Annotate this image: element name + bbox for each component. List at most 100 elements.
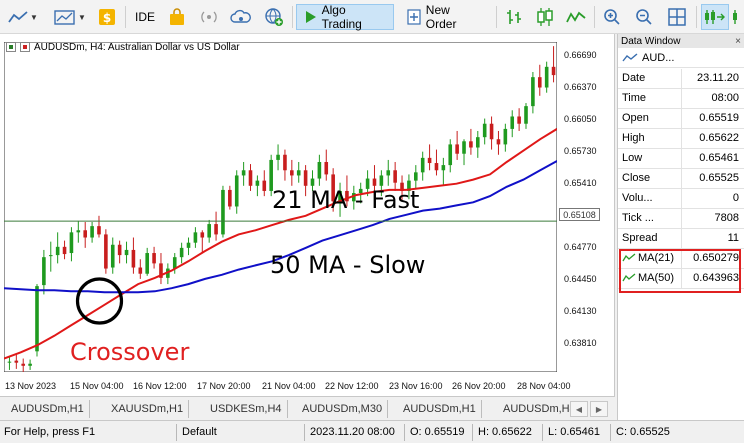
- chart-period-icon: [20, 42, 30, 52]
- candlestick-icon: [537, 8, 553, 26]
- candle-body: [441, 165, 446, 171]
- data-window-key: Low: [622, 152, 643, 164]
- candle-body: [496, 139, 501, 145]
- shopping-bag-button[interactable]: [166, 4, 188, 30]
- tab-scroll-left-button[interactable]: ◀: [570, 401, 588, 417]
- time-axis-label: 15 Nov 04:00: [70, 381, 124, 391]
- new-order-button[interactable]: New Order: [400, 3, 490, 31]
- candle-body: [290, 170, 294, 176]
- candle-body: [97, 226, 101, 235]
- price-axis-label: 0.64770: [564, 242, 597, 252]
- tab-audusdm-h1[interactable]: AUDUSDm,H1: [6, 400, 90, 418]
- price-axis-label: 0.65730: [564, 146, 597, 156]
- candle-body: [324, 162, 329, 175]
- market-button[interactable]: $: [96, 4, 118, 30]
- signals-button[interactable]: [198, 4, 220, 30]
- chart-shift-button[interactable]: [731, 4, 744, 30]
- annotation-fast-ma: 21 MA - Fast: [272, 186, 420, 214]
- tab-audusdm-m30[interactable]: AUDUSDm,M30: [297, 400, 389, 418]
- play-icon: [306, 11, 316, 23]
- candle-body: [48, 255, 53, 257]
- time-axis-label: 17 Nov 20:00: [197, 381, 251, 391]
- chart-template-icon: [54, 10, 75, 25]
- data-window-key: Tick ...: [622, 212, 654, 224]
- chart-window[interactable]: AUDUSDm, H4: Australian Dollar vs US Dol…: [0, 34, 615, 396]
- chart-shift-icon: [732, 10, 737, 24]
- candle-body: [186, 242, 191, 248]
- zoom-out-button[interactable]: [632, 4, 656, 30]
- bar-chart-icon: [507, 10, 521, 24]
- bag-icon: [170, 8, 184, 25]
- algo-trading-label: Algo Trading: [321, 3, 362, 31]
- data-window-symbol-row[interactable]: AUD...: [618, 48, 744, 68]
- data-window-value: 0.65461: [699, 152, 739, 164]
- candle-body: [83, 230, 88, 238]
- candle-body: [544, 66, 549, 88]
- close-icon[interactable]: ×: [735, 36, 741, 47]
- chart-symbol-icon: [6, 42, 16, 52]
- main-toolbar: ▼ ▼ $ IDE Algo Trading New Order: [0, 0, 744, 34]
- line-chart-type-button[interactable]: ▼: [6, 4, 40, 30]
- data-window-row: Open 0.65519: [618, 109, 744, 129]
- line-chart-button[interactable]: [564, 4, 588, 30]
- candle-body: [372, 178, 377, 186]
- vps-button[interactable]: [228, 4, 254, 30]
- tab-audusdm-h4[interactable]: AUDUSDm,H4: [498, 400, 581, 418]
- data-window-key: Close: [622, 172, 651, 184]
- candle-body: [551, 66, 556, 76]
- candle-body: [262, 180, 267, 191]
- auto-scroll-icon: [705, 10, 725, 24]
- candlestick-button[interactable]: [533, 4, 557, 30]
- chart-template-button[interactable]: ▼: [52, 4, 88, 30]
- broadcast-icon: [201, 11, 217, 23]
- candle-body: [462, 141, 466, 154]
- status-profile[interactable]: Default: [182, 426, 217, 438]
- candle-body: [221, 189, 225, 235]
- candle-body: [14, 360, 19, 363]
- candle-body: [104, 234, 108, 269]
- candle-body: [152, 253, 156, 264]
- candle-body: [241, 170, 246, 176]
- tab-xauusdm-h1[interactable]: XAUUSDm,H1: [106, 400, 190, 418]
- tile-windows-button[interactable]: [665, 4, 689, 30]
- data-window-row: Volu... 0: [618, 189, 744, 209]
- data-window-key: Spread: [622, 232, 658, 244]
- data-window-symbol: AUD...: [642, 51, 675, 64]
- candle-body: [76, 230, 81, 233]
- tab-usdkesm-h4[interactable]: USDKESm,H4: [205, 400, 288, 418]
- algo-trading-button[interactable]: Algo Trading: [296, 3, 394, 31]
- chevron-down-icon: ▼: [78, 12, 86, 22]
- candle-body: [434, 163, 439, 171]
- line-chart-icon: [8, 11, 28, 23]
- chart-tabs-bar: AUDUSDm,H1 XAUUSDm,H1 USDKESm,H4 AUDUSDm…: [0, 396, 615, 420]
- data-window-value: 11: [727, 232, 739, 244]
- candle-body: [228, 189, 232, 207]
- data-window-row: Date 23.11.20: [618, 69, 744, 89]
- auto-scroll-button[interactable]: [701, 4, 729, 30]
- zoom-in-button[interactable]: [600, 4, 624, 30]
- data-window-header: Data Window ×: [618, 34, 744, 48]
- candle-body: [510, 116, 515, 129]
- line-chart-icon: [622, 52, 638, 61]
- candle-body: [179, 247, 184, 258]
- data-window-value: 0.65519: [699, 112, 739, 124]
- time-axis-label: 16 Nov 12:00: [133, 381, 187, 391]
- candle-body: [7, 361, 12, 363]
- tab-audusdm-h1-2[interactable]: AUDUSDm,H1: [398, 400, 482, 418]
- candle-body: [531, 77, 535, 107]
- status-high: H: 0.65622: [478, 426, 532, 438]
- candle-body: [110, 244, 115, 268]
- ide-button[interactable]: IDE: [132, 4, 158, 30]
- data-window-value: 23.11.20: [696, 72, 739, 84]
- candle-body: [200, 232, 205, 238]
- candle-body: [517, 116, 521, 124]
- data-window-value: 0.65622: [699, 132, 739, 144]
- bar-chart-button[interactable]: [502, 4, 526, 30]
- data-window-value: 0.65525: [699, 172, 739, 184]
- time-axis-label: 21 Nov 04:00: [262, 381, 316, 391]
- candle-body: [303, 170, 308, 186]
- tab-scroll-right-button[interactable]: ▶: [590, 401, 608, 417]
- data-window-title: Data Window: [621, 35, 681, 47]
- community-button[interactable]: [262, 4, 286, 30]
- ma-values-highlight-box: [619, 249, 741, 293]
